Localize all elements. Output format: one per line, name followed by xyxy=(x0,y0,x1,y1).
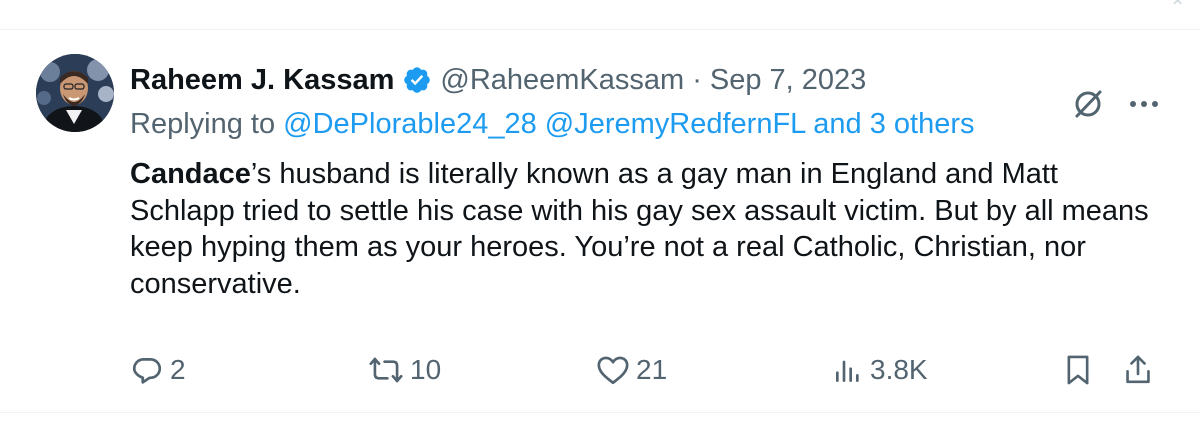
heart-icon xyxy=(596,354,630,386)
bold-lead-text: Candace xyxy=(130,158,251,190)
more-options-icon[interactable] xyxy=(1128,88,1160,120)
retweet-count: 10 xyxy=(410,354,442,385)
reply-button[interactable]: 2 xyxy=(130,350,186,390)
bookmark-button[interactable] xyxy=(1062,350,1094,390)
verified-badge-icon xyxy=(402,65,432,95)
avatar[interactable] xyxy=(36,54,114,132)
reply-icon xyxy=(130,353,164,387)
tweet-text: Candace’s husband is literally known as … xyxy=(130,156,1170,302)
bookmark-icon xyxy=(1062,353,1094,387)
like-count: 21 xyxy=(636,354,668,385)
separator-dot: · xyxy=(692,63,702,96)
views-count: 3.8K xyxy=(870,354,928,385)
mention-link[interactable]: @DePlorable24_28 xyxy=(283,108,537,140)
previous-tweet-edge: ⌃ xyxy=(0,0,1200,28)
tweet-card[interactable]: Raheem J. Kassam @RaheemKassam · Sep 7, … xyxy=(0,30,1200,414)
mention-link[interactable]: @JeremyRedfernFL xyxy=(545,108,805,140)
retweet-icon xyxy=(368,353,404,387)
header-actions xyxy=(1070,86,1160,122)
reply-count: 2 xyxy=(170,354,186,385)
views-button[interactable]: 3.8K xyxy=(832,350,928,390)
like-button[interactable]: 21 xyxy=(596,350,667,390)
tweet-text-rest: ’s husband is literally known as a gay m… xyxy=(130,158,1149,300)
tweet-header: Raheem J. Kassam @RaheemKassam · Sep 7, … xyxy=(130,60,866,100)
next-tweet-edge xyxy=(0,413,1200,432)
author-display-name[interactable]: Raheem J. Kassam xyxy=(130,64,394,97)
share-icon: ⌃ xyxy=(1169,0,1186,19)
retweet-button[interactable]: 10 xyxy=(368,350,441,390)
share-icon xyxy=(1122,353,1154,387)
share-button[interactable] xyxy=(1122,350,1154,390)
grok-icon[interactable] xyxy=(1070,86,1106,122)
replying-to: Replying to @DePlorable24_28 @JeremyRedf… xyxy=(130,108,975,141)
replying-to-label: Replying to xyxy=(130,108,276,140)
views-icon xyxy=(832,354,864,386)
author-handle[interactable]: @RaheemKassam xyxy=(440,64,684,97)
tweet-date[interactable]: Sep 7, 2023 xyxy=(710,64,866,97)
action-bar: 2 10 21 3.8K xyxy=(0,350,1200,390)
others-link[interactable]: and 3 others xyxy=(813,108,974,140)
